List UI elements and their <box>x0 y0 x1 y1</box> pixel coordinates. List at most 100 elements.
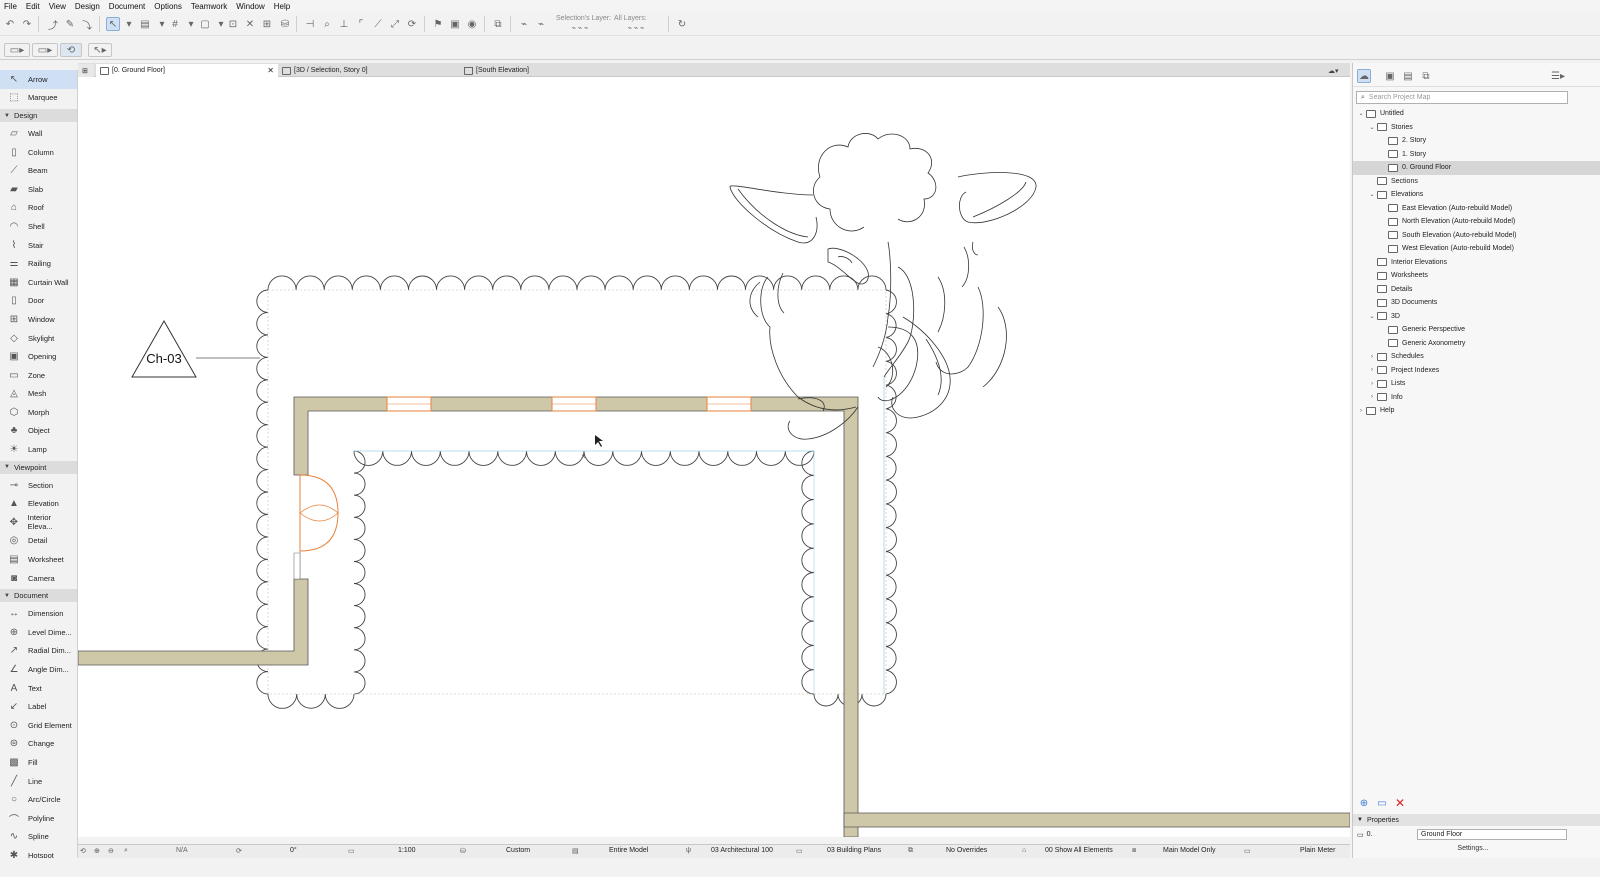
pointer-menu-icon[interactable]: ↖▸ <box>88 43 112 57</box>
tool-elevation[interactable]: ▲ Elevation <box>0 494 77 513</box>
tool-wall[interactable]: ▱ Wall <box>0 124 77 143</box>
design-option-combo[interactable]: Main Model Only <box>1163 847 1216 854</box>
redo-icon[interactable]: ↷ <box>20 17 34 31</box>
dropdown-icon[interactable]: ▾ <box>122 17 136 31</box>
section-header-viewpoint[interactable]: ▼ Viewpoint <box>0 460 77 474</box>
refresh-icon[interactable]: ↻ <box>675 17 689 31</box>
tool-interior-eleva[interactable]: ✥ Interior Eleva... <box>0 513 77 532</box>
menu-teamwork[interactable]: Teamwork <box>191 2 227 11</box>
tool-grid-element[interactable]: ⊙ Grid Element <box>0 716 77 735</box>
tab-menu-icon[interactable]: ☁▾ <box>1324 64 1348 77</box>
floor-plan-canvas[interactable]: Ch-03 × <box>77 77 1351 838</box>
tool-worksheet[interactable]: ▤ Worksheet <box>0 550 77 569</box>
expand-icon[interactable]: › <box>1368 394 1376 400</box>
tool-spline[interactable]: ∿ Spline <box>0 828 77 847</box>
wall-bottom-right[interactable] <box>843 812 1351 828</box>
layers-icon[interactable]: ▤ <box>138 17 152 31</box>
tree-item-west-elevation-auto-rebuild-model[interactable]: West Elevation (Auto-rebuild Model) <box>1353 242 1600 256</box>
tool-fill[interactable]: ▩ Fill <box>0 753 77 772</box>
element-icon[interactable]: ⊞ <box>260 17 274 31</box>
fillet-icon[interactable]: ⌜ <box>354 17 368 31</box>
view-options-combo[interactable]: 03 Building Plans <box>827 847 881 854</box>
rotate-icon[interactable]: ⟳ <box>405 17 419 31</box>
tree-item-north-elevation-auto-rebuild-model[interactable]: North Elevation (Auto-rebuild Model) <box>1353 215 1600 229</box>
tool-curtain-wall[interactable]: ▦ Curtain Wall <box>0 273 77 292</box>
tree-item-lists[interactable]: › Lists <box>1353 377 1600 391</box>
dimension-combo[interactable]: Plain Meter <box>1300 847 1335 854</box>
tool-camera[interactable]: ◙ Camera <box>0 569 77 588</box>
syringe-icon[interactable]: ⤵ <box>80 17 94 32</box>
tool-angle-dim[interactable]: ∠ Angle Dim... <box>0 660 77 679</box>
tree-item-0-ground-floor[interactable]: 0. Ground Floor <box>1353 161 1600 175</box>
tree-item-stories[interactable]: ⌄ Stories <box>1353 121 1600 135</box>
orbit-icon[interactable]: ⟲ <box>60 43 82 57</box>
expand-icon[interactable]: › <box>1357 408 1365 414</box>
tab-3d-selection[interactable]: [3D / Selection, Story 0] <box>278 64 460 77</box>
tool-morph[interactable]: ⬡ Morph <box>0 403 77 422</box>
floor-plan-drawing[interactable]: Ch-03 × <box>77 77 1351 838</box>
tree-item-east-elevation-auto-rebuild-model[interactable]: East Elevation (Auto-rebuild Model) <box>1353 202 1600 216</box>
view-map-icon[interactable]: ▣ <box>1383 69 1397 83</box>
graphic-override-combo[interactable]: No Overrides <box>946 847 987 854</box>
section-header-design[interactable]: ▼ Design <box>0 109 77 123</box>
tool-line[interactable]: ╱ Line <box>0 772 77 791</box>
expand-icon[interactable]: › <box>1368 381 1376 387</box>
tool-slab[interactable]: ▰ Slab <box>0 180 77 199</box>
view-icon[interactable]: ▢ <box>198 17 212 31</box>
tab-overview-icon[interactable]: ⊞ <box>78 64 94 77</box>
trim-icon[interactable]: ⊣ <box>303 17 317 31</box>
story-name-field[interactable]: Ground Floor <box>1417 829 1567 840</box>
menu-file[interactable]: File <box>4 2 17 11</box>
tool-railing[interactable]: ⚌ Railing <box>0 254 77 273</box>
tool-label[interactable]: ↙ Label <box>0 697 77 716</box>
split-icon[interactable]: ⊥ <box>337 17 351 31</box>
inject-icon[interactable]: ✎ <box>63 17 77 31</box>
door-swing[interactable] <box>299 474 339 552</box>
tree-item-schedules[interactable]: › Schedules <box>1353 350 1600 364</box>
tree-item-2-story[interactable]: 2. Story <box>1353 134 1600 148</box>
tree-item-details[interactable]: Details <box>1353 283 1600 297</box>
layer-hide-icon[interactable]: ⌁ <box>534 17 548 31</box>
tool-level-dime[interactable]: ⊕ Level Dime... <box>0 623 77 642</box>
tool-skylight[interactable]: ◇ Skylight <box>0 329 77 348</box>
tool-column[interactable]: ▯ Column <box>0 143 77 162</box>
section-marker[interactable] <box>131 319 260 378</box>
tool-beam[interactable]: ⟋ Beam <box>0 161 77 180</box>
layer-lock-icon[interactable]: ⌁ <box>517 17 531 31</box>
model-view-combo[interactable]: Entire Model <box>609 847 648 854</box>
section-header-document[interactable]: ▼ Document <box>0 589 77 603</box>
tool-polyline[interactable]: ⌒ Polyline <box>0 809 77 828</box>
tool-object[interactable]: ♣ Object <box>0 422 77 441</box>
tool-dimension[interactable]: ↔ Dimension <box>0 604 77 623</box>
tool-change[interactable]: ⊜ Change <box>0 735 77 754</box>
undo-zoom-icon[interactable]: ⟲ <box>80 847 86 855</box>
tool-stair[interactable]: ⌇ Stair <box>0 236 77 255</box>
wall-left-lower[interactable] <box>77 578 309 666</box>
dropdown-icon[interactable]: ▾ <box>184 17 198 31</box>
window-icon[interactable]: ▭▸ <box>32 43 58 57</box>
menu-window[interactable]: Window <box>236 2 264 11</box>
layout-icon[interactable]: ▭▸ <box>4 43 30 57</box>
all-layer-state-icons[interactable]: ⌁ ⌁ ⌁ <box>616 24 656 32</box>
search-elements-icon[interactable]: ⌕ <box>320 17 334 31</box>
panel-menu-icon[interactable]: ☰▸ <box>1549 69 1567 83</box>
layout-book-icon[interactable]: ▤ <box>1401 69 1415 83</box>
tree-item-south-elevation-auto-rebuild-model[interactable]: South Elevation (Auto-rebuild Model) <box>1353 229 1600 243</box>
tree-item-sections[interactable]: Sections <box>1353 175 1600 189</box>
tool-arrow[interactable]: ↖ Arrow <box>0 70 77 89</box>
expand-icon[interactable]: ⌄ <box>1368 124 1376 131</box>
expand-icon[interactable]: ⌄ <box>1368 313 1376 320</box>
tool-section[interactable]: ⊸ Section <box>0 476 77 495</box>
layer-state-icons[interactable]: ⌁ ⌁ ⌁ <box>560 24 600 32</box>
tab-south-elevation[interactable]: [South Elevation] <box>460 64 642 77</box>
tree-item-worksheets[interactable]: Worksheets <box>1353 269 1600 283</box>
project-map-icon[interactable]: ☁ <box>1357 69 1371 83</box>
search-input[interactable]: ⌕ Search Project Map <box>1356 91 1568 104</box>
expand-icon[interactable]: ⌄ <box>1357 110 1365 117</box>
tree-item-1-story[interactable]: 1. Story <box>1353 148 1600 162</box>
arrow-tool-icon[interactable]: ↖ <box>106 17 120 31</box>
tool-mesh[interactable]: ◬ Mesh <box>0 385 77 404</box>
undo-icon[interactable]: ↶ <box>3 17 17 31</box>
zoom-out-icon[interactable]: ⊖ <box>108 847 114 855</box>
tree-item-project-indexes[interactable]: › Project Indexes <box>1353 364 1600 378</box>
